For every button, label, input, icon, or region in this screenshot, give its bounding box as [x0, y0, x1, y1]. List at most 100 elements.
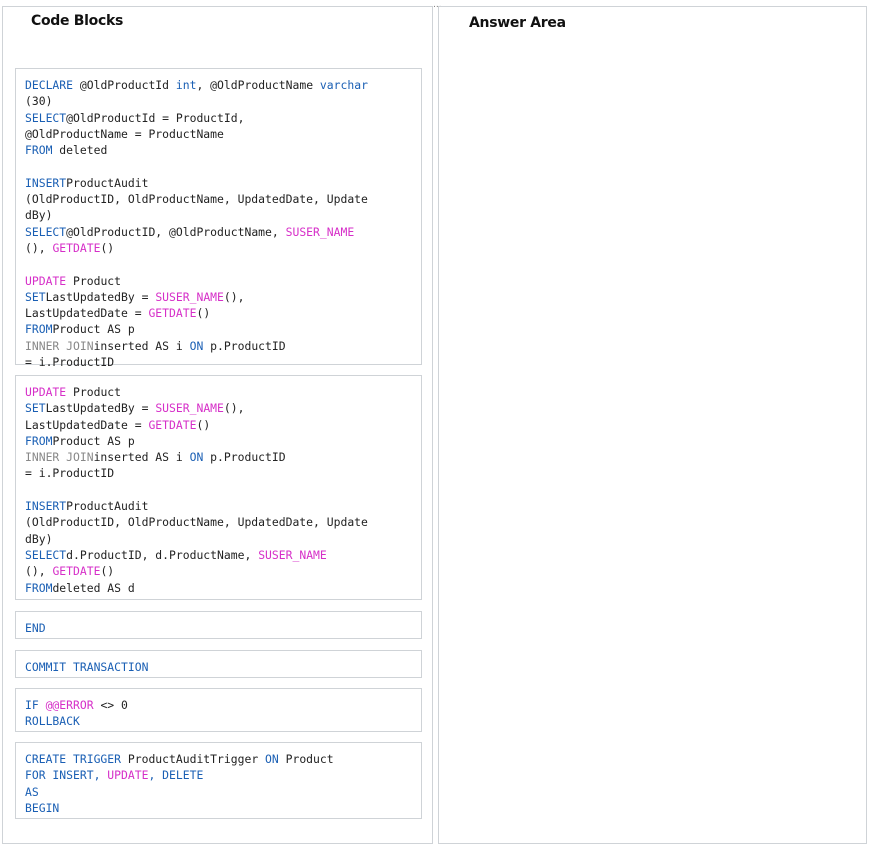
code-keyword: SELECT: [25, 547, 67, 562]
code-keyword: INSERT: [25, 175, 67, 190]
code-keyword: ROLLBACK: [25, 714, 80, 729]
code-line: @OldProductName = ProductName: [25, 126, 421, 142]
code-keyword: DECLARE: [25, 78, 74, 92]
code-line: AS: [25, 784, 421, 800]
code-block-5[interactable]: IF @@ERROR <> 0 ROLLBACK: [15, 688, 422, 732]
code-text: IF @@ERROR <> 0 ROLLBACK: [25, 697, 421, 730]
code-line: CREATE TRIGGER ProductAuditTrigger ON Pr…: [25, 751, 421, 767]
code-keyword: SET: [25, 401, 46, 416]
code-keyword: GETDATE: [52, 240, 101, 255]
code-token: (OldProductID, OldProductName, UpdatedDa…: [25, 192, 368, 207]
code-keyword: ON: [189, 450, 204, 465]
code-line: COMMIT TRANSACTION: [25, 659, 421, 675]
code-line: UPDATE Product: [25, 273, 421, 289]
code-token: (): [100, 564, 115, 579]
code-line: UPDATE Product: [25, 384, 421, 400]
code-block-4[interactable]: COMMIT TRANSACTION: [15, 650, 422, 678]
code-line: FROM deleted: [25, 142, 421, 158]
code-text: COMMIT TRANSACTION: [25, 659, 421, 675]
code-keyword: SET: [25, 289, 46, 304]
code-keyword: SUSER_NAME: [155, 401, 224, 416]
code-token: Product: [66, 385, 122, 399]
code-line: (), GETDATE(): [25, 563, 421, 579]
code-keyword: IF: [25, 698, 46, 712]
code-keyword: varchar: [319, 78, 368, 92]
code-token: (),: [25, 564, 53, 579]
code-line: (OldProductID, OldProductName, UpdatedDa…: [25, 191, 421, 207]
code-text: CREATE TRIGGER ProductAuditTrigger ON Pr…: [25, 751, 421, 816]
code-line: FOR INSERT, UPDATE, DELETE: [25, 767, 421, 783]
code-token: dBy): [25, 531, 53, 546]
code-keyword: SUSER_NAME: [155, 289, 224, 304]
code-token: (): [100, 240, 115, 255]
code-keyword: ON: [189, 338, 204, 353]
code-line: SETLastUpdatedBy = SUSER_NAME(),: [25, 289, 421, 305]
code-keyword: SUSER_NAME: [285, 224, 355, 239]
code-line: SELECT@OldProductID, @OldProductName, SU…: [25, 224, 421, 240]
code-line: LastUpdatedDate = GETDATE(): [25, 305, 421, 321]
code-line: DECLARE @OldProductId int, @OldProductNa…: [25, 77, 421, 93]
code-token: d.ProductID, d.ProductName,: [66, 547, 259, 562]
code-token: Product: [66, 273, 122, 288]
code-token: (),: [223, 289, 245, 304]
code-token: @OldProductName = ProductName: [25, 126, 224, 141]
code-line: dBy): [25, 531, 421, 547]
code-keyword: COMMIT TRANSACTION: [25, 660, 149, 674]
code-keyword: INNER JOIN: [25, 338, 94, 353]
code-token: LastUpdatedDate =: [25, 306, 149, 321]
code-token: , @OldProductName: [196, 78, 320, 92]
code-keyword: FROM: [25, 580, 53, 595]
code-token: p.ProductID: [203, 338, 286, 353]
code-token: inserted AS i: [93, 338, 190, 353]
code-line: END: [25, 620, 421, 636]
code-keyword: FROM: [25, 322, 53, 337]
code-keyword: FROM: [25, 143, 53, 158]
code-keyword: AS: [25, 784, 39, 799]
code-token: (),: [223, 401, 245, 416]
code-token: @OldProductID, @OldProductName,: [66, 224, 286, 239]
code-keyword: UPDATE: [25, 273, 67, 288]
code-keyword: FOR INSERT,: [25, 768, 108, 783]
code-line: FROMProduct AS p: [25, 321, 421, 337]
code-keyword: GETDATE: [148, 417, 197, 432]
code-token: @OldProductId = ProductId,: [66, 110, 245, 125]
code-token: (),: [25, 240, 53, 255]
code-blocks-title: Code Blocks: [31, 13, 124, 29]
code-line: INSERTProductAudit: [25, 175, 421, 191]
answer-area-panel[interactable]: Answer Area: [438, 6, 867, 844]
code-keyword: GETDATE: [148, 306, 197, 321]
code-line: = i.ProductID: [25, 354, 421, 370]
code-line: SETLastUpdatedBy = SUSER_NAME(),: [25, 400, 421, 416]
code-line: BEGIN: [25, 800, 421, 816]
code-token: Product AS p: [52, 433, 135, 448]
code-token: deleted AS d: [52, 580, 135, 595]
code-token: = i.ProductID: [25, 355, 115, 370]
code-token: (OldProductID, OldProductName, UpdatedDa…: [25, 515, 368, 530]
code-block-3[interactable]: END: [15, 611, 422, 639]
code-keyword: SUSER_NAME: [258, 547, 327, 562]
code-token: ProductAudit: [66, 499, 149, 514]
code-block-2[interactable]: UPDATE Product SETLastUpdatedBy = SUSER_N…: [15, 375, 422, 600]
code-line: FROMProduct AS p: [25, 433, 421, 449]
code-line: SELECTd.ProductID, d.ProductName, SUSER_…: [25, 547, 421, 563]
code-keyword: FROM: [25, 433, 53, 448]
code-token: Product AS p: [52, 322, 135, 337]
code-keyword: SELECT: [25, 224, 67, 239]
code-line: (OldProductID, OldProductName, UpdatedDa…: [25, 514, 421, 530]
code-keyword: INNER JOIN: [25, 450, 94, 465]
code-token: (): [196, 417, 211, 432]
code-keyword: CREATE TRIGGER: [25, 752, 122, 766]
code-line: FROMdeleted AS d: [25, 580, 421, 596]
code-token: Product: [278, 752, 334, 766]
code-line: (), GETDATE(): [25, 240, 421, 256]
code-token: p.ProductID: [203, 450, 286, 465]
code-token: LastUpdatedDate =: [25, 417, 149, 432]
code-block-6[interactable]: CREATE TRIGGER ProductAuditTrigger ON Pr…: [15, 742, 422, 819]
code-block-1[interactable]: DECLARE @OldProductId int, @OldProductNa…: [15, 68, 422, 369]
code-text: DECLARE @OldProductId int, @OldProductNa…: [25, 77, 421, 370]
code-token: = i.ProductID: [25, 466, 115, 481]
answer-area-title: Answer Area: [469, 15, 566, 31]
